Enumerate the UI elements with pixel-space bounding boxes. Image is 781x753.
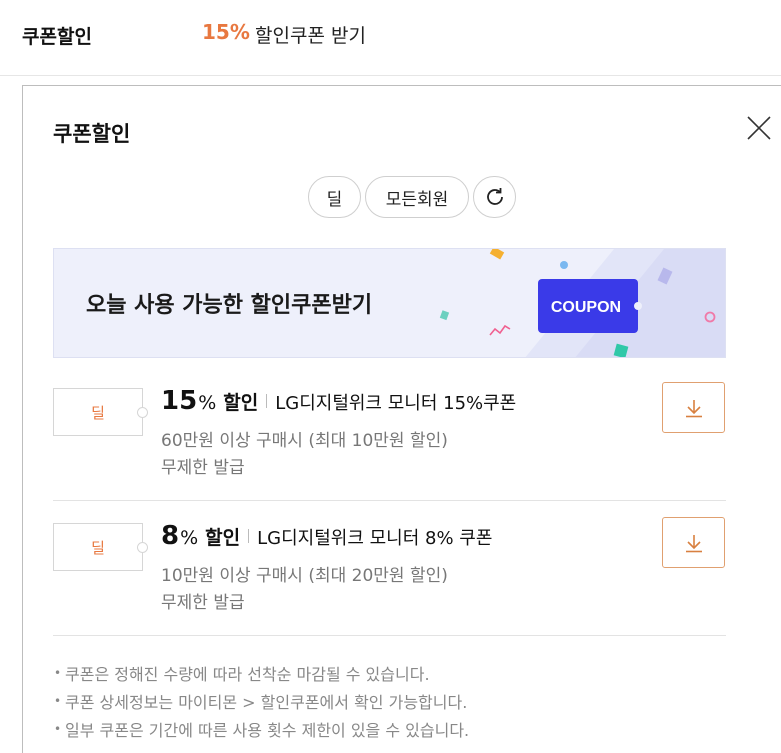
coupon-percent: 15% bbox=[202, 20, 250, 44]
coupon-type-label: 딜 bbox=[91, 538, 105, 557]
filter-chip-deal[interactable]: 딜 bbox=[308, 176, 361, 218]
coupon-type-label: 딜 bbox=[91, 403, 105, 422]
ticket-notch bbox=[137, 542, 148, 553]
coupon-item: 딜 8 % 할인 LG디지털위크 모니터 8% 쿠폰 10만원 이상 구매시 (… bbox=[53, 513, 726, 636]
bullet-icon: • bbox=[54, 694, 62, 708]
coupon-amount: 8 bbox=[161, 521, 180, 551]
banner-text: 오늘 사용 가능한 할인쿠폰받기 bbox=[86, 293, 373, 318]
coupon-condition: 60만원 이상 구매시 (최대 10만원 할인) bbox=[161, 431, 448, 451]
note-item: • 쿠폰 상세정보는 마이티몬 > 할인쿠폰에서 확인 가능합니다. bbox=[51, 689, 751, 717]
coupon-issue-limit: 무제한 발급 bbox=[161, 458, 245, 478]
refresh-icon bbox=[486, 188, 503, 205]
coupon-condition: 10만원 이상 구매시 (최대 20만원 할인) bbox=[161, 566, 448, 586]
coupon-badge-text: COUPON bbox=[551, 299, 621, 316]
ticket-notch bbox=[137, 407, 148, 418]
coupon-item: 딜 15 % 할인 LG디지털위크 모니터 15%쿠폰 60만원 이상 구매시 … bbox=[53, 378, 726, 501]
filter-chip-all-members[interactable]: 모든회원 bbox=[365, 176, 469, 218]
download-coupon-button[interactable] bbox=[662, 517, 725, 568]
coupon-issue-limit: 무제한 발급 bbox=[161, 593, 245, 613]
coupon-ticket: 딜 bbox=[53, 388, 148, 436]
coupon-discount-row: 쿠폰할인 15% 할인쿠폰 받기 bbox=[0, 0, 781, 76]
get-coupon-link[interactable]: 할인쿠폰 받기 bbox=[255, 21, 366, 48]
note-text: 일부 쿠폰은 기간에 따른 사용 횟수 제한이 있을 수 있습니다. bbox=[65, 721, 470, 740]
note-text: 쿠폰은 정해진 수량에 따라 선착순 마감될 수 있습니다. bbox=[65, 665, 430, 684]
coupon-amount: 15 bbox=[161, 386, 198, 416]
coupon-notes: • 쿠폰은 정해진 수량에 따라 선착순 마감될 수 있습니다. • 쿠폰 상세정보… bbox=[51, 661, 751, 745]
coupon-headline: 15 % 할인 LG디지털위크 모니터 15%쿠폰 bbox=[161, 386, 516, 416]
bullet-icon: • bbox=[54, 722, 62, 736]
coupon-discount-label: 쿠폰할인 bbox=[22, 26, 92, 48]
coupon-unit: % bbox=[198, 392, 217, 414]
coupon-name: LG디지털위크 모니터 8% 쿠폰 bbox=[257, 528, 493, 549]
coupon-unit: % bbox=[180, 527, 199, 549]
coupon-name: LG디지털위크 모니터 15%쿠폰 bbox=[275, 393, 517, 414]
note-item: • 일부 쿠폰은 기간에 따른 사용 횟수 제한이 있을 수 있습니다. bbox=[51, 717, 751, 745]
coupon-sale-label: 할인 bbox=[223, 392, 259, 414]
refresh-button[interactable] bbox=[473, 176, 516, 218]
note-item: • 쿠폰은 정해진 수량에 따라 선착순 마감될 수 있습니다. bbox=[51, 661, 751, 689]
coupon-headline: 8 % 할인 LG디지털위크 모니터 8% 쿠폰 bbox=[161, 521, 492, 551]
download-coupon-button[interactable] bbox=[662, 382, 725, 433]
bullet-icon: • bbox=[54, 666, 62, 680]
panel-title: 쿠폰할인 bbox=[53, 122, 131, 146]
download-icon bbox=[685, 399, 702, 417]
coupon-panel: 쿠폰할인 딜 모든회원 COUPON 오늘 사용 가능한 할인쿠폰받기 딜 15… bbox=[22, 85, 781, 753]
note-text: 쿠폰 상세정보는 마이티몬 > 할인쿠폰에서 확인 가능합니다. bbox=[65, 693, 468, 712]
divider bbox=[266, 394, 268, 408]
coupon-ticket: 딜 bbox=[53, 523, 148, 571]
close-icon bbox=[747, 116, 771, 140]
coupon-banner[interactable]: COUPON 오늘 사용 가능한 할인쿠폰받기 bbox=[53, 248, 726, 358]
divider bbox=[248, 529, 250, 543]
coupon-sale-label: 할인 bbox=[205, 527, 241, 549]
close-button[interactable] bbox=[745, 114, 773, 142]
download-icon bbox=[685, 534, 702, 552]
